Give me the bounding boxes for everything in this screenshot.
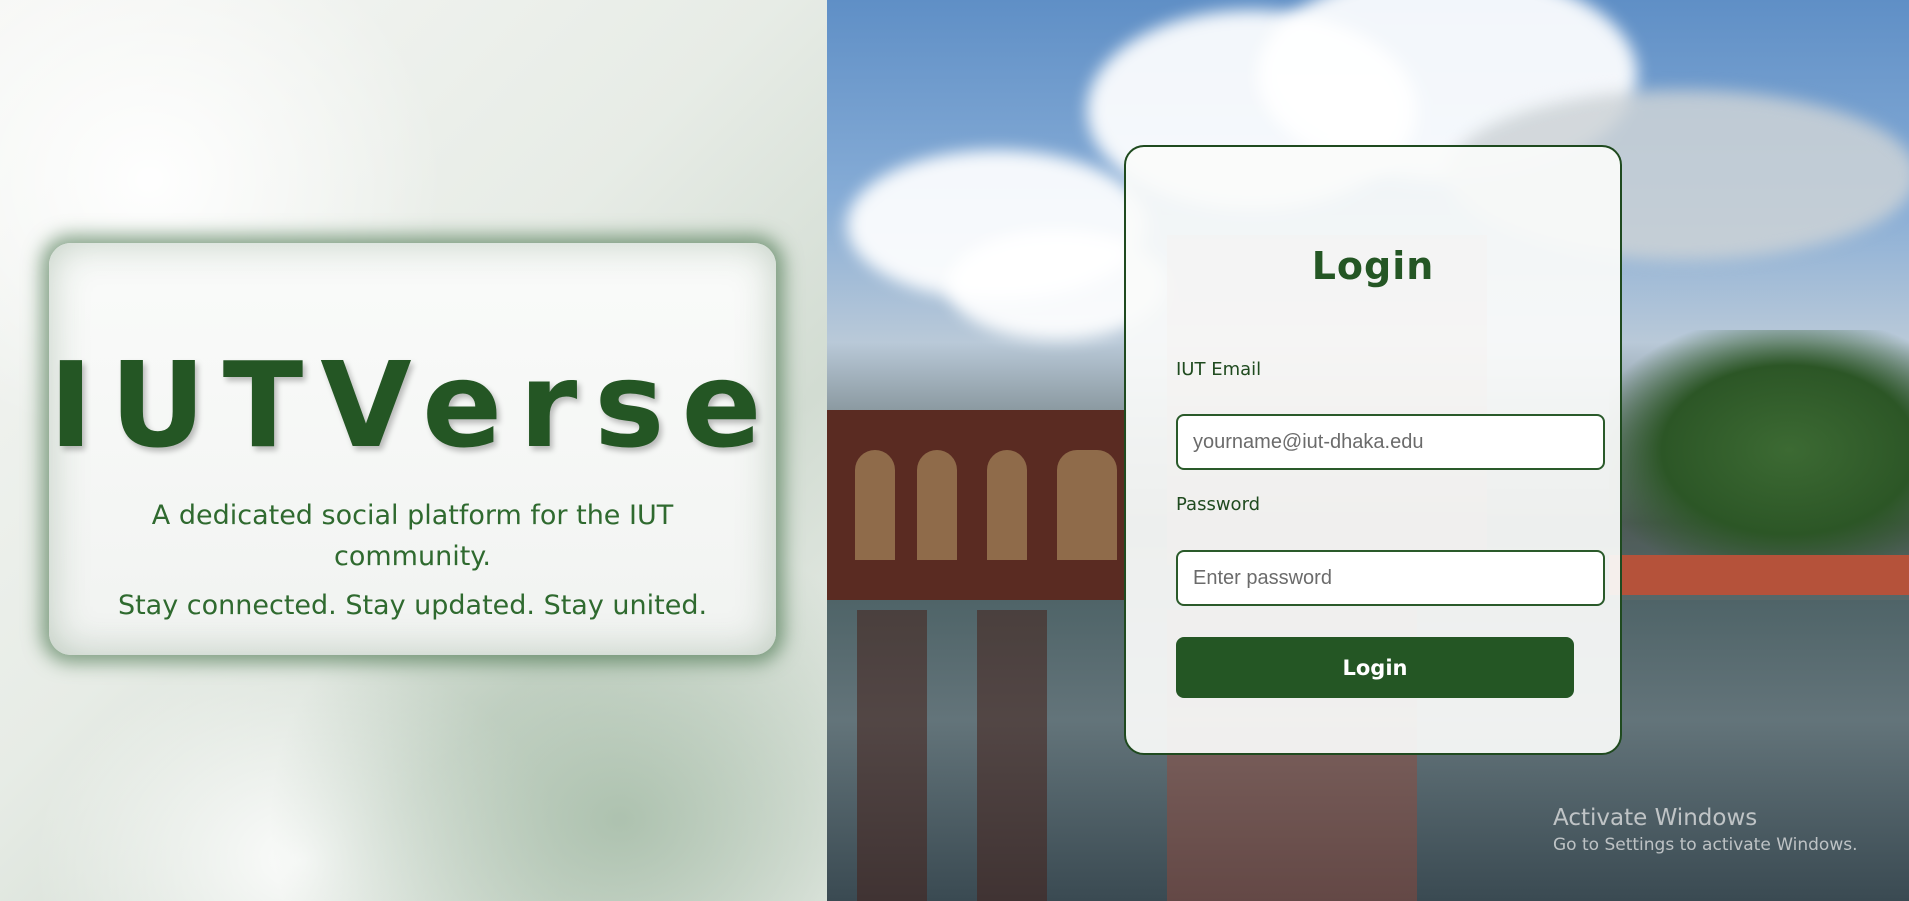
brand-description: A dedicated social platform for the IUT … — [151, 500, 674, 572]
arch-opening — [917, 450, 957, 560]
brand-card: IUTVerse A dedicated social platform for… — [49, 243, 776, 655]
login-card: Login IUT Email Password Login — [1124, 145, 1622, 755]
water-reflection — [977, 610, 1047, 901]
login-button[interactable]: Login — [1176, 637, 1574, 698]
watermark-title: Activate Windows — [1553, 805, 1758, 831]
water-reflection — [857, 610, 927, 901]
palm-trees — [1609, 330, 1909, 570]
password-field[interactable] — [1176, 550, 1605, 606]
brand-panel: IUTVerse A dedicated social platform for… — [0, 0, 827, 901]
activate-windows-watermark: Activate Windows Go to Settings to activ… — [1553, 803, 1858, 857]
email-label: IUT Email — [1176, 359, 1262, 380]
arch-opening — [855, 450, 895, 560]
arch-opening — [987, 450, 1027, 560]
watermark-subtitle: Go to Settings to activate Windows. — [1553, 835, 1858, 855]
arch-opening — [1057, 450, 1117, 560]
password-label: Password — [1176, 494, 1261, 515]
brand-tagline: Stay connected. Stay updated. Stay unite… — [117, 590, 708, 621]
red-railing — [1609, 555, 1909, 595]
login-heading: Login — [1311, 244, 1435, 288]
brand-title: IUTVerse — [49, 336, 779, 474]
email-field[interactable] — [1176, 414, 1605, 470]
